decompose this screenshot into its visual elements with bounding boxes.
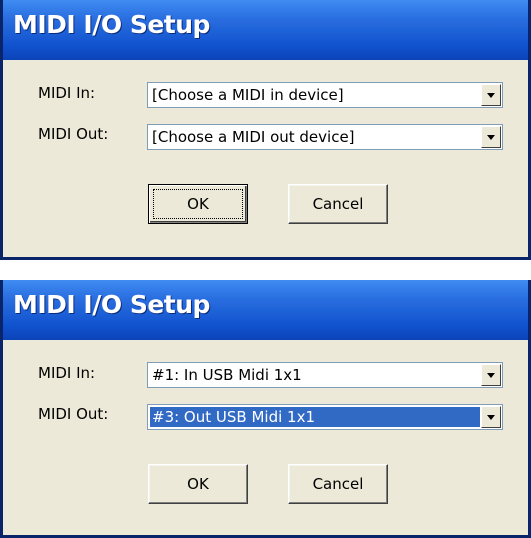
title-bar[interactable]: MIDI I/O Setup [3,280,528,340]
dialog-body: MIDI In: [Choose a MIDI in device] MIDI … [3,60,528,257]
dropdown-arrow-icon[interactable] [481,406,501,428]
cancel-button-label: Cancel [312,195,364,213]
midi-io-setup-dialog-1: MIDI I/O Setup MIDI In: [Choose a MIDI i… [0,0,531,260]
cancel-button[interactable]: Cancel [288,464,388,504]
ok-button-label: OK [187,475,209,493]
midi-io-setup-dialog-2: MIDI I/O Setup MIDI In: #1: In USB Midi … [0,280,531,538]
dialog-title: MIDI I/O Setup [13,290,210,319]
cancel-button-label: Cancel [312,475,364,493]
dialog-title: MIDI I/O Setup [13,10,210,39]
dropdown-arrow-icon[interactable] [481,364,501,386]
ok-button[interactable]: OK [148,184,248,224]
title-bar[interactable]: MIDI I/O Setup [3,0,528,60]
midi-out-dropdown[interactable]: #3: Out USB Midi 1x1 [147,404,503,430]
midi-in-dropdown[interactable]: #1: In USB Midi 1x1 [147,362,503,388]
midi-out-value: #3: Out USB Midi 1x1 [150,407,480,427]
midi-in-label: MIDI In: [38,364,96,382]
midi-in-dropdown[interactable]: [Choose a MIDI in device] [147,82,503,108]
midi-in-label: MIDI In: [38,84,96,102]
midi-out-label: MIDI Out: [38,125,109,143]
midi-in-value: #1: In USB Midi 1x1 [152,366,302,384]
dropdown-arrow-icon[interactable] [481,126,501,148]
focus-rectangle [153,189,243,219]
cancel-button[interactable]: Cancel [288,184,388,224]
midi-in-value: [Choose a MIDI in device] [152,86,344,104]
midi-out-dropdown[interactable]: [Choose a MIDI out device] [147,124,503,150]
dropdown-arrow-icon[interactable] [481,84,501,106]
midi-out-value: [Choose a MIDI out device] [152,128,355,146]
ok-button[interactable]: OK [148,464,248,504]
dialog-body: MIDI In: #1: In USB Midi 1x1 MIDI Out: #… [3,340,528,535]
midi-out-label: MIDI Out: [38,405,109,423]
